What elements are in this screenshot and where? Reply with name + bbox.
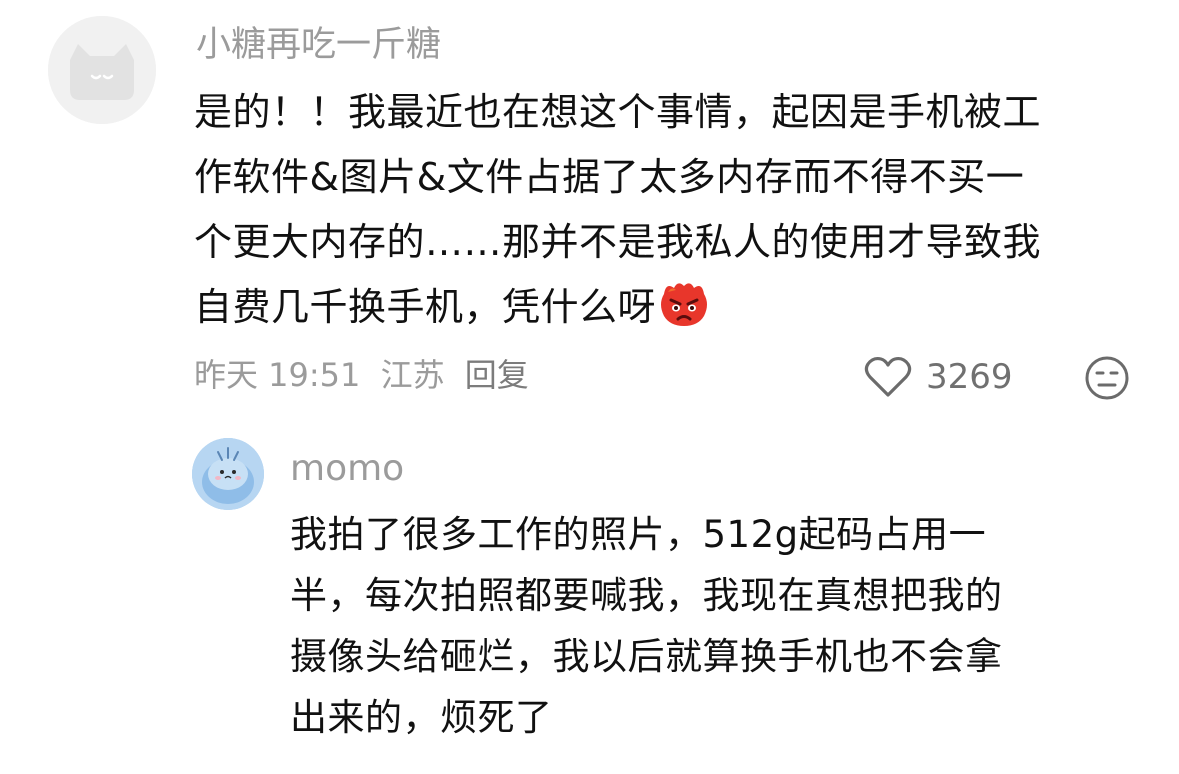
- reply-text-line: 我拍了很多工作的照片，512g起码占用一: [290, 513, 987, 556]
- blue-creature-avatar-icon: [192, 438, 264, 510]
- reply-avatar[interactable]: [192, 438, 264, 510]
- reply-text: 我拍了很多工作的照片，512g起码占用一 半，每次拍照都要喊我，我现在真想把我的…: [290, 504, 1130, 748]
- reply-text-line: 半，每次拍照都要喊我，我现在真想把我的: [290, 574, 1003, 617]
- reply-username[interactable]: momo: [290, 446, 404, 492]
- reply-item: momo 我拍了很多工作的照片，512g起码占用一 半，每次拍照都要喊我，我现在…: [0, 0, 1179, 774]
- reply-text-line: 出来的，烦死了: [290, 696, 553, 739]
- reply-text-line: 摄像头给砸烂，我以后就算换手机也不会拿: [290, 635, 1003, 678]
